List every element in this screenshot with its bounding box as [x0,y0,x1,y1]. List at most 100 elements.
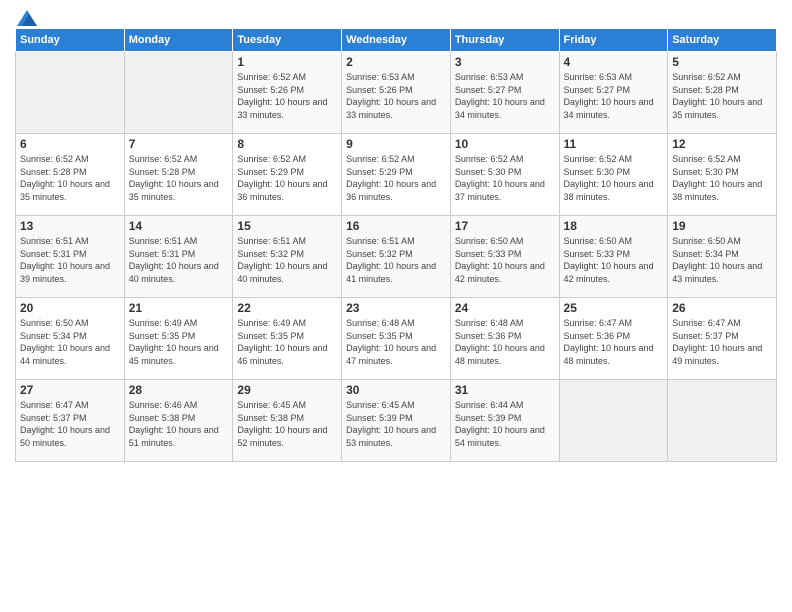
day-number: 19 [672,219,772,233]
day-number: 7 [129,137,229,151]
weekday-header: Friday [559,29,668,52]
calendar-cell: 24 Sunrise: 6:48 AMSunset: 5:36 PMDayligh… [450,298,559,380]
calendar-cell: 30 Sunrise: 6:45 AMSunset: 5:39 PMDayligh… [342,380,451,462]
calendar-cell: 13 Sunrise: 6:51 AMSunset: 5:31 PMDayligh… [16,216,125,298]
weekday-header: Wednesday [342,29,451,52]
calendar-cell: 29 Sunrise: 6:45 AMSunset: 5:38 PMDayligh… [233,380,342,462]
day-number: 15 [237,219,337,233]
day-number: 24 [455,301,555,315]
day-info: Sunrise: 6:52 AMSunset: 5:30 PMDaylight:… [564,153,664,203]
day-number: 12 [672,137,772,151]
calendar-cell: 18 Sunrise: 6:50 AMSunset: 5:33 PMDayligh… [559,216,668,298]
day-number: 4 [564,55,664,69]
day-number: 28 [129,383,229,397]
day-info: Sunrise: 6:47 AMSunset: 5:36 PMDaylight:… [564,317,664,367]
calendar-cell: 3 Sunrise: 6:53 AMSunset: 5:27 PMDaylight… [450,52,559,134]
page: SundayMondayTuesdayWednesdayThursdayFrid… [0,0,792,612]
logo-icon [17,10,37,26]
day-number: 1 [237,55,337,69]
calendar-header: SundayMondayTuesdayWednesdayThursdayFrid… [16,29,777,52]
day-number: 11 [564,137,664,151]
day-info: Sunrise: 6:51 AMSunset: 5:31 PMDaylight:… [20,235,120,285]
day-number: 5 [672,55,772,69]
calendar-cell [124,52,233,134]
day-info: Sunrise: 6:50 AMSunset: 5:34 PMDaylight:… [672,235,772,285]
calendar-week-row: 13 Sunrise: 6:51 AMSunset: 5:31 PMDayligh… [16,216,777,298]
day-info: Sunrise: 6:52 AMSunset: 5:29 PMDaylight:… [237,153,337,203]
day-number: 9 [346,137,446,151]
day-number: 26 [672,301,772,315]
day-number: 22 [237,301,337,315]
day-info: Sunrise: 6:47 AMSunset: 5:37 PMDaylight:… [672,317,772,367]
calendar-cell: 8 Sunrise: 6:52 AMSunset: 5:29 PMDaylight… [233,134,342,216]
day-info: Sunrise: 6:52 AMSunset: 5:29 PMDaylight:… [346,153,446,203]
calendar-cell: 26 Sunrise: 6:47 AMSunset: 5:37 PMDayligh… [668,298,777,380]
calendar-cell: 10 Sunrise: 6:52 AMSunset: 5:30 PMDayligh… [450,134,559,216]
calendar-cell: 9 Sunrise: 6:52 AMSunset: 5:29 PMDaylight… [342,134,451,216]
day-number: 20 [20,301,120,315]
calendar-week-row: 27 Sunrise: 6:47 AMSunset: 5:37 PMDayligh… [16,380,777,462]
day-number: 10 [455,137,555,151]
calendar-cell [559,380,668,462]
day-number: 3 [455,55,555,69]
day-info: Sunrise: 6:53 AMSunset: 5:27 PMDaylight:… [564,71,664,121]
day-number: 27 [20,383,120,397]
weekday-header: Sunday [16,29,125,52]
day-number: 2 [346,55,446,69]
weekday-header: Thursday [450,29,559,52]
calendar-cell: 1Sunrise: 6:52 AMSunset: 5:26 PMDaylight… [233,52,342,134]
day-number: 25 [564,301,664,315]
day-info: Sunrise: 6:51 AMSunset: 5:31 PMDaylight:… [129,235,229,285]
calendar-cell: 15 Sunrise: 6:51 AMSunset: 5:32 PMDayligh… [233,216,342,298]
day-info: Sunrise: 6:45 AMSunset: 5:39 PMDaylight:… [346,399,446,449]
day-number: 8 [237,137,337,151]
weekday-header: Tuesday [233,29,342,52]
day-info: Sunrise: 6:50 AMSunset: 5:33 PMDaylight:… [564,235,664,285]
day-info: Sunrise: 6:52 AMSunset: 5:30 PMDaylight:… [455,153,555,203]
day-info: Sunrise: 6:47 AMSunset: 5:37 PMDaylight:… [20,399,120,449]
day-info: Sunrise: 6:52 AMSunset: 5:28 PMDaylight:… [129,153,229,203]
calendar-cell: 4 Sunrise: 6:53 AMSunset: 5:27 PMDaylight… [559,52,668,134]
calendar-cell: 19 Sunrise: 6:50 AMSunset: 5:34 PMDayligh… [668,216,777,298]
day-info: Sunrise: 6:52 AMSunset: 5:28 PMDaylight:… [20,153,120,203]
calendar-cell: 16 Sunrise: 6:51 AMSunset: 5:32 PMDayligh… [342,216,451,298]
header [15,10,777,22]
day-info: Sunrise: 6:51 AMSunset: 5:32 PMDaylight:… [346,235,446,285]
day-info: Sunrise: 6:49 AMSunset: 5:35 PMDaylight:… [237,317,337,367]
calendar-table: SundayMondayTuesdayWednesdayThursdayFrid… [15,28,777,462]
day-info: Sunrise: 6:53 AMSunset: 5:26 PMDaylight:… [346,71,446,121]
calendar-week-row: 20Sunrise: 6:50 AMSunset: 5:34 PMDayligh… [16,298,777,380]
day-info: Sunrise: 6:50 AMSunset: 5:33 PMDaylight:… [455,235,555,285]
day-info: Sunrise: 6:49 AMSunset: 5:35 PMDaylight:… [129,317,229,367]
day-number: 30 [346,383,446,397]
calendar-cell [668,380,777,462]
weekday-header: Monday [124,29,233,52]
day-number: 13 [20,219,120,233]
day-info: Sunrise: 6:53 AMSunset: 5:27 PMDaylight:… [455,71,555,121]
calendar-cell: 20Sunrise: 6:50 AMSunset: 5:34 PMDayligh… [16,298,125,380]
day-info: Sunrise: 6:48 AMSunset: 5:36 PMDaylight:… [455,317,555,367]
calendar-cell: 2 Sunrise: 6:53 AMSunset: 5:26 PMDaylight… [342,52,451,134]
header-row: SundayMondayTuesdayWednesdayThursdayFrid… [16,29,777,52]
calendar-cell: 12Sunrise: 6:52 AMSunset: 5:30 PMDayligh… [668,134,777,216]
day-number: 17 [455,219,555,233]
calendar-cell: 11 Sunrise: 6:52 AMSunset: 5:30 PMDayligh… [559,134,668,216]
day-info: Sunrise: 6:51 AMSunset: 5:32 PMDaylight:… [237,235,337,285]
calendar-body: 1Sunrise: 6:52 AMSunset: 5:26 PMDaylight… [16,52,777,462]
day-info: Sunrise: 6:45 AMSunset: 5:38 PMDaylight:… [237,399,337,449]
calendar-cell: 6 Sunrise: 6:52 AMSunset: 5:28 PMDaylight… [16,134,125,216]
calendar-cell: 21 Sunrise: 6:49 AMSunset: 5:35 PMDayligh… [124,298,233,380]
calendar-cell: 17 Sunrise: 6:50 AMSunset: 5:33 PMDayligh… [450,216,559,298]
day-number: 21 [129,301,229,315]
calendar-cell: 31Sunrise: 6:44 AMSunset: 5:39 PMDayligh… [450,380,559,462]
day-number: 18 [564,219,664,233]
day-number: 23 [346,301,446,315]
day-number: 6 [20,137,120,151]
day-number: 16 [346,219,446,233]
day-info: Sunrise: 6:48 AMSunset: 5:35 PMDaylight:… [346,317,446,367]
calendar-cell: 7 Sunrise: 6:52 AMSunset: 5:28 PMDaylight… [124,134,233,216]
day-number: 14 [129,219,229,233]
day-number: 29 [237,383,337,397]
logo [15,10,37,22]
calendar-cell: 22 Sunrise: 6:49 AMSunset: 5:35 PMDayligh… [233,298,342,380]
